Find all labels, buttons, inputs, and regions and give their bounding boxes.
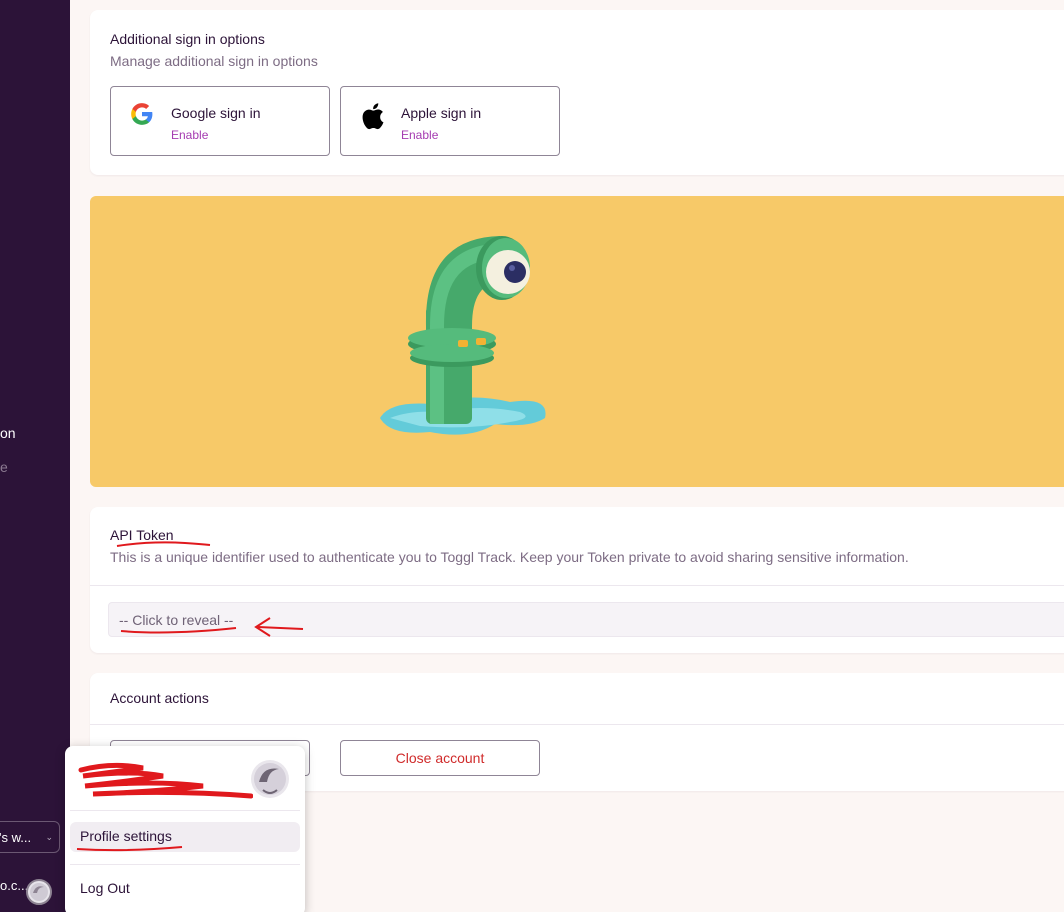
section-subtitle: Manage additional sign in options — [110, 53, 318, 69]
section-title: Additional sign in options — [110, 31, 265, 47]
google-sign-in-button[interactable]: Google sign in Enable — [110, 86, 330, 156]
section-description: This is a unique identifier used to auth… — [110, 549, 909, 565]
sidebar: on e 's w... ⌄ o.c... — [0, 0, 70, 912]
reveal-token-field[interactable]: -- Click to reveal -- — [108, 602, 1064, 637]
divider — [90, 724, 1064, 725]
annotation-overlay — [76, 846, 183, 852]
divider — [90, 585, 1064, 586]
enable-link[interactable]: Enable — [401, 128, 438, 142]
api-token-card: API Token This is a unique identifier us… — [90, 507, 1064, 653]
chevron-down-icon: ⌄ — [45, 831, 53, 842]
workspace-switcher[interactable]: 's w... ⌄ — [0, 821, 60, 853]
user-menu-popup: Profile settings Log Out — [65, 746, 305, 912]
annotation-underline — [76, 846, 183, 852]
illustration-banner — [90, 196, 1064, 487]
avatar[interactable] — [26, 879, 52, 905]
close-account-button[interactable]: Close account — [340, 740, 540, 776]
workspace-label: 's w... — [0, 829, 32, 845]
apple-sign-in-button[interactable]: Apple sign in Enable — [340, 86, 560, 156]
google-icon — [129, 101, 155, 127]
section-title: Account actions — [110, 690, 209, 706]
apple-icon — [359, 101, 385, 130]
periscope-monster-illustration — [380, 236, 546, 435]
enable-link[interactable]: Enable — [171, 128, 208, 142]
sidebar-item-label[interactable]: on — [0, 425, 16, 441]
user-email[interactable]: o.c... — [0, 878, 28, 893]
section-title: API Token — [110, 527, 174, 543]
sign-in-options-card: Additional sign in options Manage additi… — [90, 10, 1064, 175]
provider-label: Google sign in — [171, 105, 261, 121]
provider-label: Apple sign in — [401, 105, 482, 121]
sidebar-item-label[interactable]: e — [0, 459, 8, 475]
